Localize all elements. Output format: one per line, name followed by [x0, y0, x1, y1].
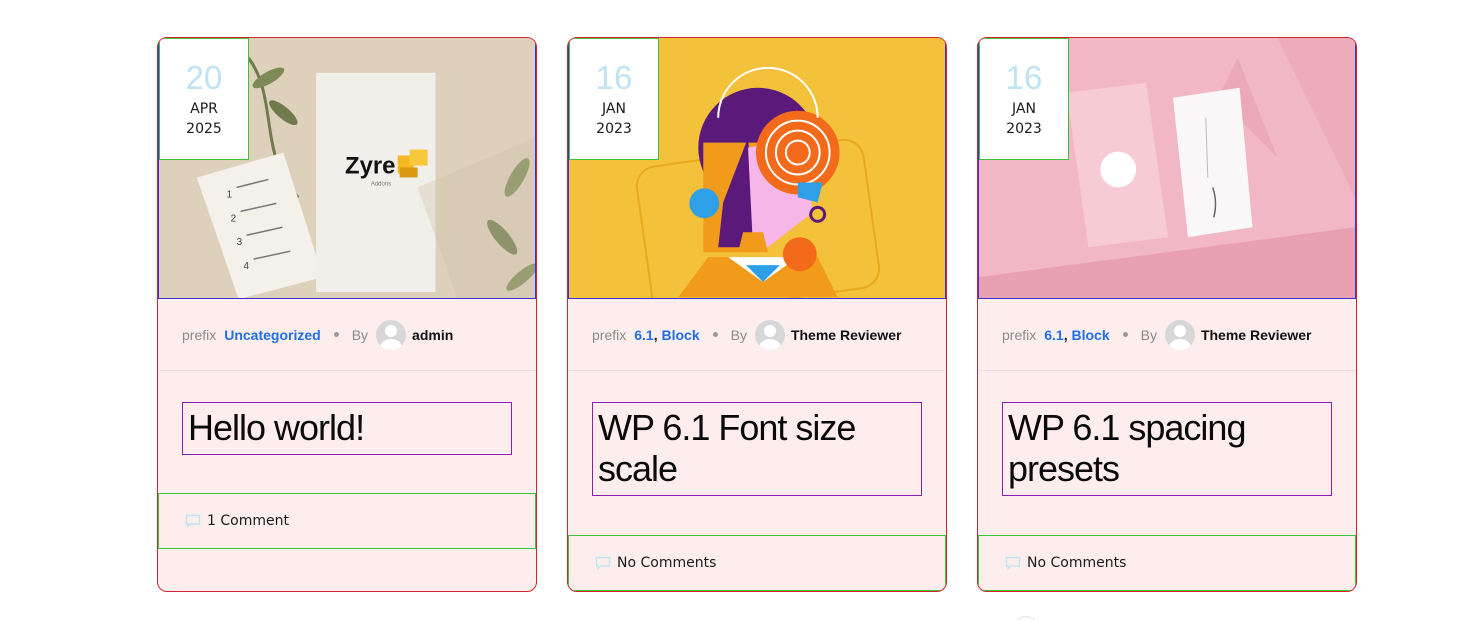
date-month: JAN — [1012, 101, 1036, 117]
post-title-box: WP 6.1 spacing presets — [1002, 402, 1332, 496]
post-card: 16 JAN 2023 prefix 6.1, Block By Theme R… — [567, 37, 947, 592]
category-separator: , — [653, 326, 658, 343]
post-thumbnail[interactable]: 16 JAN 2023 — [978, 38, 1356, 299]
category-link[interactable]: Uncategorized — [224, 327, 320, 343]
meta-separator-dot — [1122, 332, 1128, 337]
post-meta: prefix Uncategorized By admin — [158, 299, 536, 371]
category-link[interactable]: 6.1 — [634, 327, 653, 343]
post-thumbnail[interactable]: 16 JAN 2023 — [568, 38, 946, 299]
category-link[interactable]: Block — [661, 327, 699, 343]
date-year: 2025 — [186, 121, 222, 137]
meta-prefix: prefix — [182, 326, 217, 343]
post-card: 1 2 3 4 Zyre Addons 20 APR 2025 prefix U… — [157, 37, 537, 592]
loading-indicator — [1014, 616, 1038, 620]
date-day: 16 — [1005, 59, 1043, 96]
date-day: 16 — [595, 59, 633, 96]
post-meta: prefix 6.1, Block By Theme Reviewer — [568, 299, 946, 371]
meta-prefix: prefix — [592, 326, 627, 343]
post-title-box: WP 6.1 Font size scale — [592, 402, 922, 496]
comments-link[interactable]: No Comments — [1027, 555, 1126, 571]
post-thumbnail[interactable]: 1 2 3 4 Zyre Addons 20 APR 2025 — [158, 38, 536, 299]
image-list-number: 1 — [227, 189, 233, 200]
post-title[interactable]: Hello world! — [188, 407, 505, 448]
post-date-badge: 20 APR 2025 — [159, 38, 249, 160]
image-list-number: 2 — [231, 213, 237, 224]
image-list-number: 3 — [237, 237, 243, 248]
post-date-badge: 16 JAN 2023 — [979, 38, 1069, 160]
date-day: 20 — [185, 59, 223, 96]
comments-bar: No Comments — [568, 535, 946, 591]
date-month: JAN — [602, 101, 626, 117]
category-separator: , — [1063, 326, 1068, 343]
comment-bubble-icon — [185, 514, 201, 528]
comments-bar: No Comments — [978, 535, 1356, 591]
category-link[interactable]: Block — [1071, 327, 1109, 343]
post-title[interactable]: WP 6.1 spacing presets — [1008, 407, 1325, 489]
date-month: APR — [190, 101, 218, 117]
default-avatar-icon[interactable] — [1164, 319, 1195, 350]
meta-separator-dot — [333, 332, 339, 337]
meta-separator-dot — [712, 332, 718, 337]
meta-prefix: prefix — [1002, 326, 1037, 343]
date-year: 2023 — [596, 121, 632, 137]
meta-by-label: By — [351, 326, 369, 343]
category-link[interactable]: 6.1 — [1044, 327, 1063, 343]
comments-link[interactable]: 1 Comment — [207, 513, 289, 529]
comments-bar: 1 Comment — [158, 493, 536, 549]
image-list-number: 4 — [244, 261, 250, 272]
meta-by-label: By — [1140, 326, 1157, 343]
comments-link[interactable]: No Comments — [617, 555, 716, 571]
author-link[interactable]: admin — [412, 327, 453, 343]
post-title[interactable]: WP 6.1 Font size scale — [598, 407, 915, 489]
comment-bubble-icon — [595, 556, 611, 570]
post-date-badge: 16 JAN 2023 — [569, 38, 659, 160]
default-avatar-icon[interactable] — [754, 319, 785, 350]
author-link[interactable]: Theme Reviewer — [791, 327, 902, 343]
post-meta: prefix 6.1, Block By Theme Reviewer — [978, 299, 1356, 371]
post-title-box: Hello world! — [182, 402, 512, 455]
post-card: 16 JAN 2023 prefix 6.1, Block By Theme R… — [977, 37, 1357, 592]
author-link[interactable]: Theme Reviewer — [1201, 327, 1312, 343]
comment-bubble-icon — [1005, 556, 1021, 570]
image-brand-sub: Addons — [371, 181, 391, 187]
meta-by-label: By — [730, 326, 747, 343]
default-avatar-icon[interactable] — [376, 319, 407, 350]
image-brand-text: Zyre — [345, 152, 395, 179]
date-year: 2023 — [1006, 121, 1042, 137]
